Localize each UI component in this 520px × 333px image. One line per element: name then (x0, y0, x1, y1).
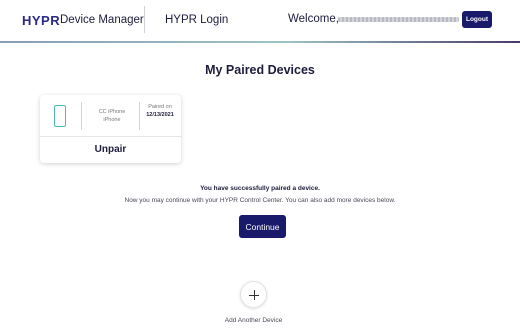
unpair-button[interactable]: Unpair (40, 139, 181, 159)
header-divider (144, 6, 145, 33)
page: HYPR Device Manager HYPR Login Welcome, … (0, 0, 520, 333)
header-underline (0, 41, 520, 43)
logout-button[interactable]: Logout (462, 11, 492, 28)
card-divider (139, 102, 140, 130)
welcome-text: Welcome, (288, 13, 339, 25)
add-device-label[interactable]: Add Another Device (0, 317, 507, 324)
plus-icon (249, 294, 259, 296)
hypr-login-link[interactable]: HYPR Login (165, 14, 228, 26)
card-divider (81, 102, 82, 130)
phone-icon (54, 105, 66, 127)
header: HYPR Device Manager HYPR Login Welcome, … (0, 0, 520, 43)
device-name: CC iPhone (98, 109, 126, 115)
device-card: CC iPhone iPhone Paired on 12/13/2021 Un… (40, 95, 181, 163)
brand-logo[interactable]: HYPR (22, 13, 60, 28)
add-device-button[interactable] (240, 281, 267, 308)
card-separator (40, 136, 181, 137)
continue-button[interactable]: Continue (239, 215, 286, 238)
paired-date: 12/13/2021 (146, 112, 174, 118)
success-title: You have successfully paired a device. (200, 185, 320, 192)
redacted-username (338, 17, 459, 22)
brand-subtitle: Device Manager (60, 14, 144, 26)
paired-on-label: Paired on (148, 104, 172, 110)
device-model: iPhone (103, 117, 121, 123)
page-title: My Paired Devices (205, 63, 315, 77)
success-message: Now you may continue with your HYPR Cont… (124, 197, 396, 204)
